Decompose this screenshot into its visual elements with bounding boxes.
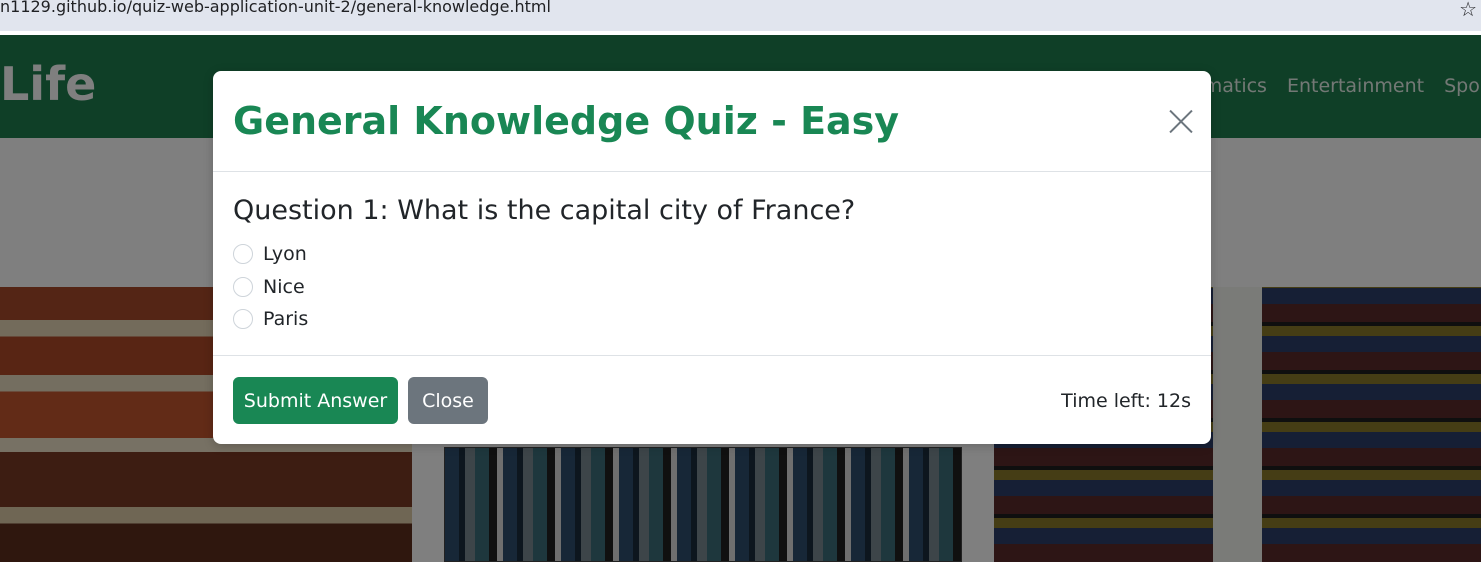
close-button[interactable]: Close bbox=[408, 377, 488, 424]
close-icon[interactable] bbox=[1167, 107, 1195, 135]
browser-address-bar[interactable]: n1129.github.io/quiz-web-application-uni… bbox=[0, 0, 1481, 33]
star-icon[interactable]: ☆ bbox=[1459, 0, 1477, 22]
modal-body: Question 1: What is the capital city of … bbox=[213, 172, 1211, 356]
radio-button[interactable] bbox=[233, 244, 253, 264]
radio-button[interactable] bbox=[233, 309, 253, 329]
modal-title: General Knowledge Quiz - Easy bbox=[233, 99, 900, 143]
modal-header: General Knowledge Quiz - Easy bbox=[213, 71, 1211, 172]
radio-button[interactable] bbox=[233, 277, 253, 297]
option-label: Lyon bbox=[263, 243, 307, 265]
option-lyon[interactable]: Lyon bbox=[233, 242, 307, 266]
option-label: Nice bbox=[263, 276, 305, 298]
url-text[interactable]: n1129.github.io/quiz-web-application-uni… bbox=[0, 0, 551, 16]
option-nice[interactable]: Nice bbox=[233, 275, 305, 299]
time-left-text: Time left: 12s bbox=[1061, 390, 1191, 412]
option-paris[interactable]: Paris bbox=[233, 307, 308, 331]
option-label: Paris bbox=[263, 308, 309, 330]
submit-answer-button[interactable]: Submit Answer bbox=[233, 377, 398, 424]
modal-footer: Submit Answer Close Time left: 12s bbox=[213, 356, 1211, 444]
question-text: Question 1: What is the capital city of … bbox=[233, 195, 856, 226]
quiz-modal: General Knowledge Quiz - Easy Question 1… bbox=[213, 71, 1211, 444]
